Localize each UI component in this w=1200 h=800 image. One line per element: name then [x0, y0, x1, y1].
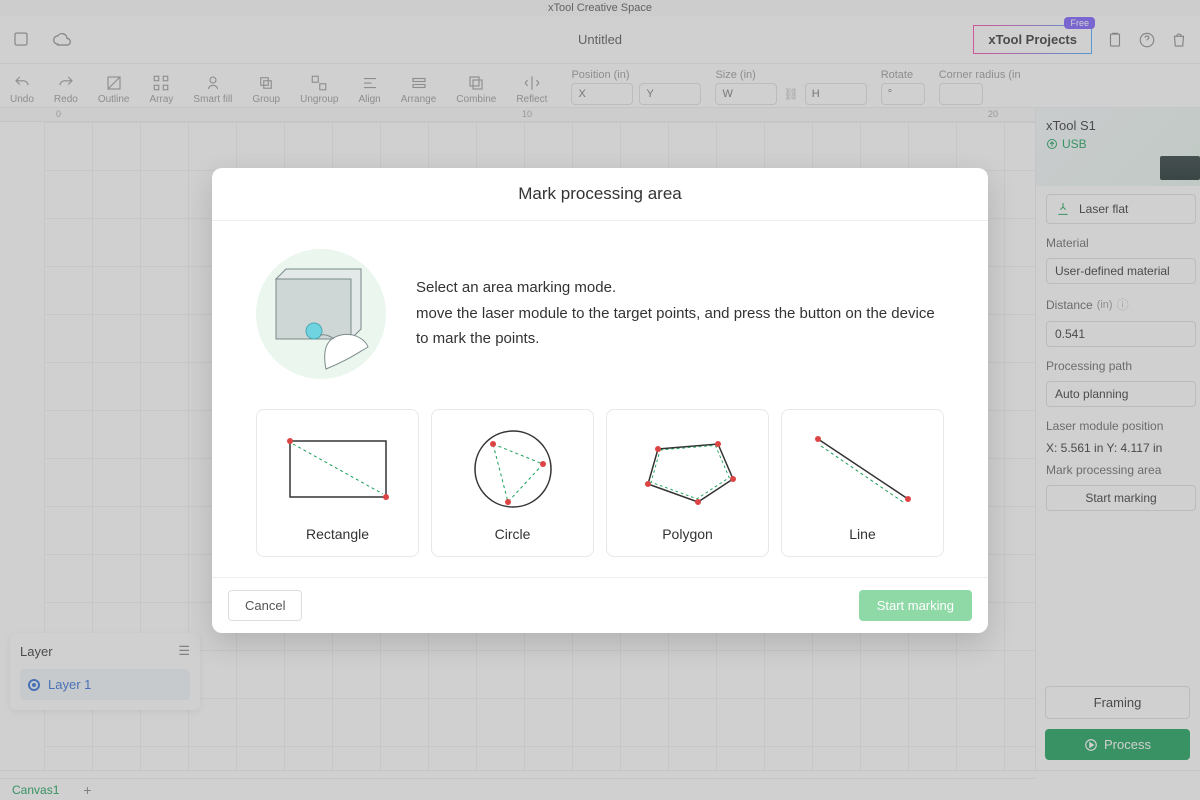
mode-polygon[interactable]: Polygon [606, 409, 769, 557]
mark-area-modal: Mark processing area [212, 168, 988, 633]
modal-title: Mark processing area [212, 168, 988, 221]
mode-circle[interactable]: Circle [431, 409, 594, 557]
mode-rectangle-label: Rectangle [306, 526, 369, 542]
mode-rectangle[interactable]: Rectangle [256, 409, 419, 557]
mode-line[interactable]: Line [781, 409, 944, 557]
modal-description: Select an area marking mode. move the la… [416, 275, 944, 352]
mode-circle-label: Circle [495, 526, 531, 542]
start-marking-confirm-button[interactable]: Start marking [859, 590, 972, 621]
mode-line-label: Line [849, 526, 875, 542]
modal-overlay: Mark processing area [0, 0, 1200, 800]
cancel-button[interactable]: Cancel [228, 590, 302, 621]
mode-polygon-label: Polygon [662, 526, 713, 542]
modal-illustration [256, 249, 386, 379]
